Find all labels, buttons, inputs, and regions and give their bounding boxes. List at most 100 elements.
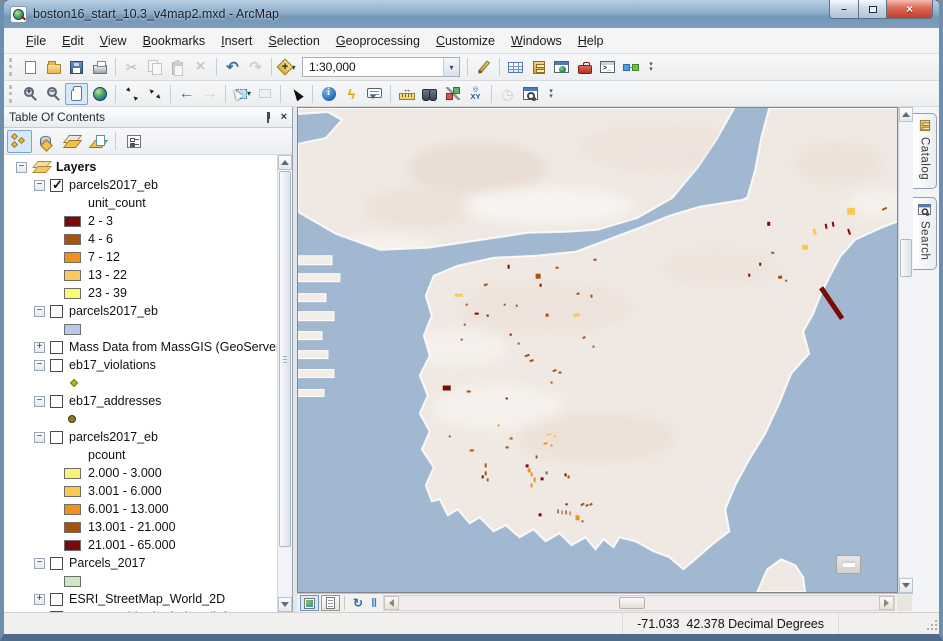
layer-visibility-checkbox[interactable] <box>50 431 63 444</box>
collapse-icon[interactable]: − <box>34 306 45 317</box>
layer-visibility-checkbox[interactable] <box>50 341 63 354</box>
toc-layer-row[interactable]: unit_count <box>4 194 292 212</box>
time-slider-button[interactable]: ◷ <box>496 83 519 105</box>
expand-icon[interactable]: + <box>34 612 45 613</box>
copy-button[interactable] <box>143 56 166 78</box>
zoom-out-tool[interactable]: − <box>42 83 65 105</box>
combo-dropdown-icon[interactable]: ▾ <box>443 58 459 76</box>
layer-name[interactable]: eb17_addresses <box>69 394 161 408</box>
menu-help[interactable]: Help <box>570 30 612 52</box>
clear-selection-button[interactable] <box>253 83 276 105</box>
back-extent-button[interactable]: ← <box>175 83 198 105</box>
menu-geoprocessing[interactable]: Geoprocessing <box>328 30 428 52</box>
find-button[interactable] <box>418 83 441 105</box>
map-view[interactable] <box>298 108 897 592</box>
tab-search[interactable]: Search <box>913 197 937 269</box>
hyperlink-tool[interactable]: ϟ <box>340 83 363 105</box>
map-horizontal-scrollbar[interactable] <box>383 595 895 611</box>
toc-layer-row[interactable]: pcount <box>4 446 292 464</box>
toc-layer-row[interactable]: 7 - 12 <box>4 248 292 266</box>
toc-layer-row[interactable] <box>4 572 292 590</box>
toc-layer-row[interactable]: − Layers <box>4 158 292 176</box>
toc-layer-row[interactable]: + ESRI_World_Shaded_Relief <box>4 608 292 612</box>
toc-layer-row[interactable]: 13 - 22 <box>4 266 292 284</box>
layer-name[interactable]: ESRI_World_Shaded_Relief <box>69 610 227 612</box>
map-hscrollbar-thumb[interactable] <box>619 597 645 609</box>
toc-scrollbar[interactable] <box>277 155 292 612</box>
menu-view[interactable]: View <box>92 30 135 52</box>
dropdown-arrow-icon[interactable]: ▾ <box>247 89 251 98</box>
layer-visibility-checkbox[interactable] <box>50 359 63 372</box>
collapse-icon[interactable]: − <box>34 558 45 569</box>
collapse-icon[interactable]: − <box>34 360 45 371</box>
select-features-tool[interactable]: ▾ <box>230 83 253 105</box>
collapse-icon[interactable]: − <box>34 180 45 191</box>
identify-tool[interactable] <box>317 83 340 105</box>
full-extent-button[interactable] <box>88 83 111 105</box>
modelbuilder-button[interactable] <box>619 56 642 78</box>
toc-layer-row[interactable]: 23 - 39 <box>4 284 292 302</box>
toc-close-icon[interactable]: × <box>281 111 287 123</box>
toc-layer-row[interactable] <box>4 374 292 392</box>
open-button[interactable] <box>42 56 65 78</box>
toc-layer-row[interactable]: 4 - 6 <box>4 230 292 248</box>
toc-layer-row[interactable]: − parcels2017_eb <box>4 302 292 320</box>
attributes-table-button[interactable] <box>504 56 527 78</box>
layer-name[interactable]: parcels2017_eb <box>69 430 158 444</box>
collapse-icon[interactable]: − <box>34 396 45 407</box>
layer-name[interactable]: Layers <box>56 160 96 174</box>
zoom-in-tool[interactable]: + <box>19 83 42 105</box>
toc-layer-row[interactable]: −parcels2017_eb <box>4 428 292 446</box>
layer-name[interactable]: parcels2017_eb <box>69 304 158 318</box>
collapse-icon[interactable]: − <box>16 162 27 173</box>
python-window-button[interactable] <box>596 56 619 78</box>
layer-visibility-checkbox[interactable] <box>50 593 63 606</box>
layer-name[interactable]: eb17_violations <box>69 358 156 372</box>
layer-visibility-checkbox[interactable] <box>50 611 63 613</box>
toc-layer-row[interactable]: −Parcels_2017 <box>4 554 292 572</box>
toc-layer-row[interactable]: − eb17_addresses <box>4 392 292 410</box>
list-by-drawing-order-button[interactable] <box>7 130 32 153</box>
expand-icon[interactable]: + <box>34 594 45 605</box>
layout-view-button[interactable] <box>321 595 340 611</box>
map-overflow-labels-button[interactable] <box>836 555 861 574</box>
minimize-button[interactable]: – <box>829 0 859 19</box>
refresh-view-icon[interactable]: ↻ <box>353 596 363 610</box>
find-route-button[interactable] <box>441 83 464 105</box>
redo-button[interactable]: ↷ <box>244 56 267 78</box>
viewer-window-button[interactable] <box>519 83 542 105</box>
list-by-selection-button[interactable] <box>85 130 110 153</box>
forward-extent-button[interactable]: → <box>198 83 221 105</box>
toc-layer-row[interactable] <box>4 320 292 338</box>
map-scroll-left-icon[interactable] <box>384 596 399 610</box>
layer-name[interactable]: ESRI_StreetMap_World_2D <box>69 592 225 606</box>
menu-windows[interactable]: Windows <box>503 30 570 52</box>
menu-customize[interactable]: Customize <box>428 30 503 52</box>
delete-button[interactable]: × <box>189 56 212 78</box>
toc-scroll-down-icon[interactable] <box>278 597 292 612</box>
arccatalog-button[interactable] <box>527 56 550 78</box>
add-data-button[interactable]: ▾ <box>276 56 299 78</box>
catalog-window-button[interactable] <box>550 56 573 78</box>
map-scroll-up-icon[interactable] <box>899 107 913 122</box>
toc-layer-row[interactable]: + ESRI_StreetMap_World_2D <box>4 590 292 608</box>
map-scale-combo[interactable]: 1:30,000▾ <box>302 57 460 77</box>
menu-selection[interactable]: Selection <box>260 30 327 52</box>
toc-scroll-up-icon[interactable] <box>278 155 292 170</box>
layer-name[interactable]: parcels2017_eb <box>69 178 158 192</box>
toc-layer-row[interactable]: − parcels2017_eb <box>4 176 292 194</box>
menu-bookmarks[interactable]: Bookmarks <box>135 30 214 52</box>
toc-layer-row[interactable]: 2.000 - 3.000 <box>4 464 292 482</box>
menu-insert[interactable]: Insert <box>213 30 260 52</box>
select-elements-tool[interactable] <box>285 83 308 105</box>
layer-visibility-checkbox[interactable] <box>50 395 63 408</box>
toc-scrollbar-thumb[interactable] <box>279 171 291 547</box>
toc-layer-row[interactable]: 21.001 - 65.000 <box>4 536 292 554</box>
menu-edit[interactable]: Edit <box>54 30 92 52</box>
list-by-visibility-button[interactable] <box>59 130 84 153</box>
layer-visibility-checkbox[interactable] <box>50 179 63 192</box>
layer-name[interactable]: Mass Data from MassGIS (GeoServer) <box>69 340 284 354</box>
measure-tool[interactable] <box>395 83 418 105</box>
pin-icon[interactable] <box>264 112 273 123</box>
map-vertical-scrollbar[interactable] <box>898 107 913 593</box>
